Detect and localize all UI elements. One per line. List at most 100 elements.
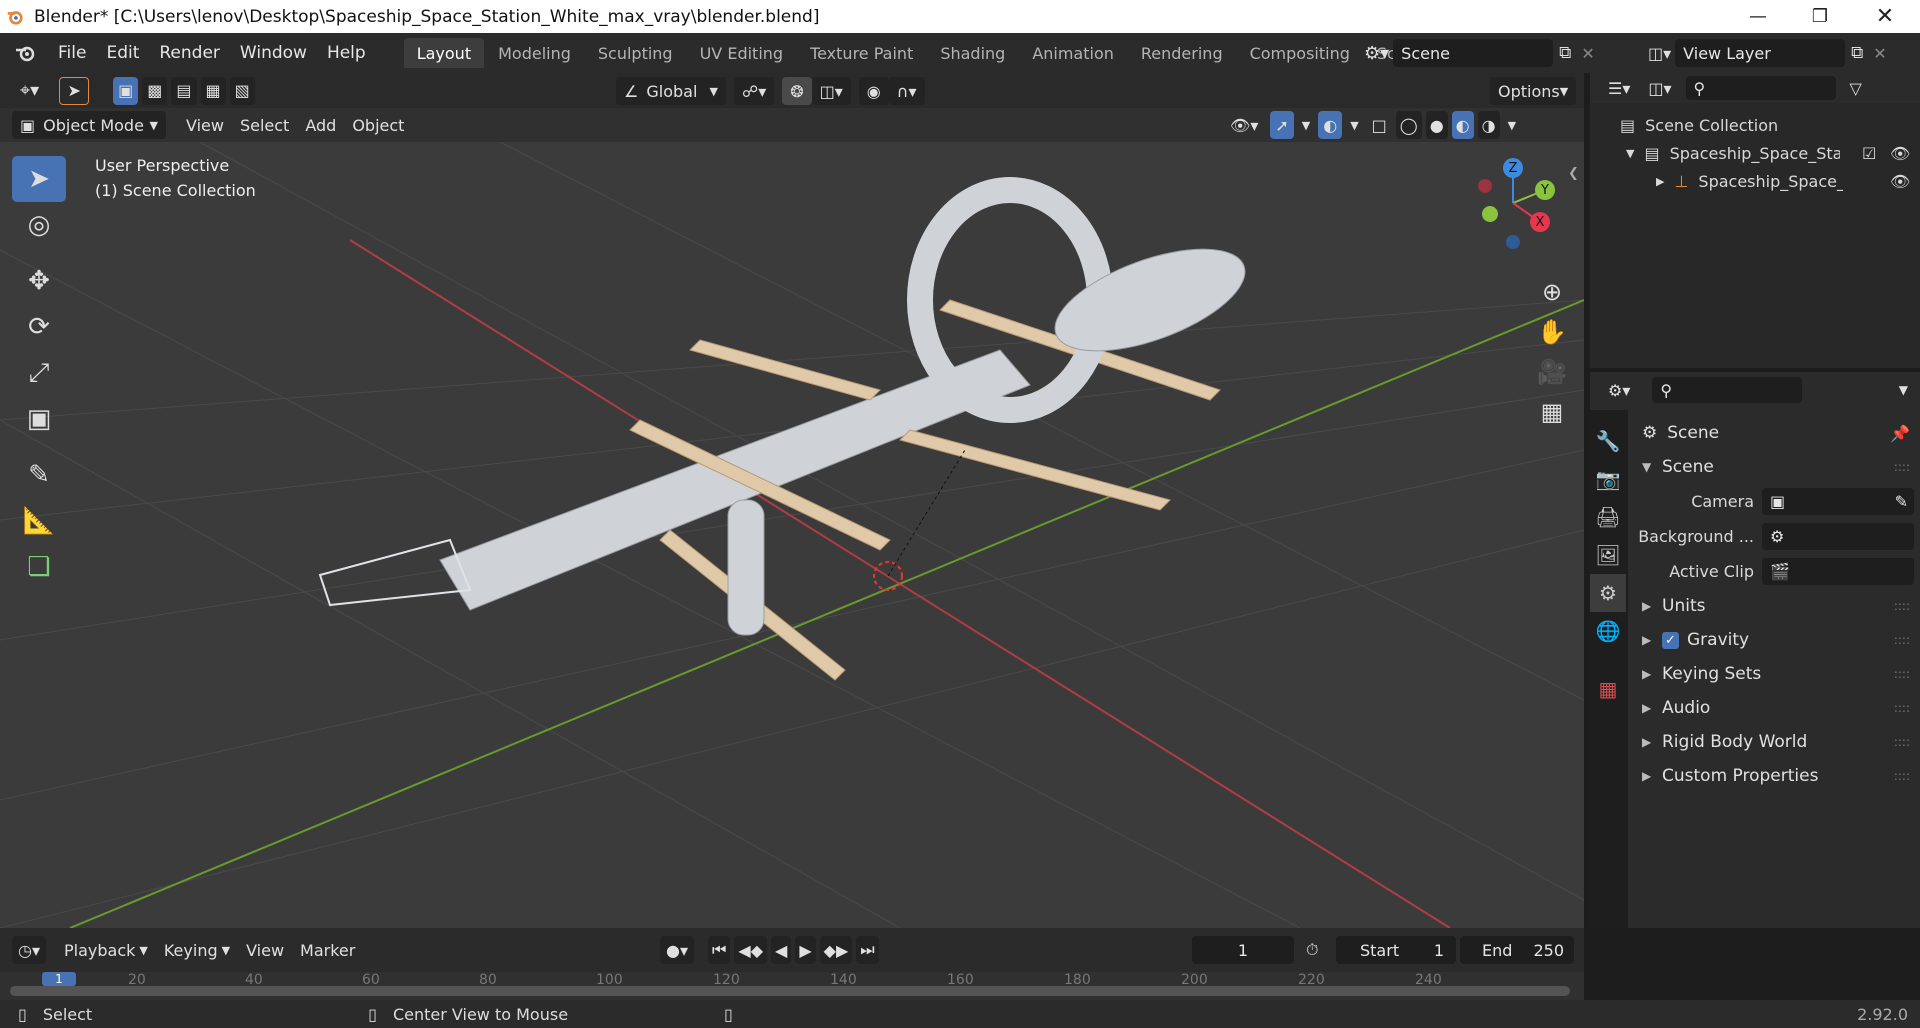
z-axis-icon[interactable]: Z [1503, 158, 1523, 178]
render-tab-icon[interactable]: 📷 [1590, 460, 1626, 498]
select-tool-icon[interactable]: ➤ [59, 76, 90, 105]
eye-icon[interactable]: 👁 [1890, 172, 1910, 191]
eye-icon[interactable]: 👁 [1890, 144, 1910, 163]
wireframe-shading-icon[interactable]: ◯ [1395, 111, 1422, 139]
panel-rigid-body-world[interactable]: ▶ Rigid Body World :::: [1634, 725, 1916, 759]
new-view-layer-icon[interactable]: ⧉ [1845, 39, 1869, 67]
solid-shading-icon[interactable]: ● [1425, 111, 1448, 139]
tab-rendering[interactable]: Rendering [1128, 38, 1236, 68]
panel-units[interactable]: ▶ Units :::: [1634, 589, 1916, 623]
transform-tool-icon[interactable]: ▣ [12, 396, 66, 442]
select-subtract-icon[interactable]: ▤ [171, 76, 197, 105]
world-tab-icon[interactable]: 🌐 [1590, 612, 1626, 650]
measure-tool-icon[interactable]: 📐 [12, 498, 66, 544]
outliner-search-input[interactable]: ⚲ [1685, 76, 1836, 100]
menu-marker[interactable]: Marker [292, 936, 363, 964]
active-clip-field[interactable]: 🎬 [1762, 558, 1914, 585]
perspective-grid-icon[interactable]: ▦ [1532, 392, 1572, 432]
tab-sculpting[interactable]: Sculpting [585, 38, 686, 68]
xray-icon[interactable]: □ [1367, 111, 1392, 139]
prev-keyframe-icon[interactable]: ◀◆ [734, 936, 768, 964]
mode-dropdown[interactable]: ▣ Object Mode ▼ [12, 111, 166, 139]
outliner-row-collection[interactable]: ▼ ▤ Spaceship_Space_Station ☑ 👁 [1590, 139, 1920, 167]
scene-field[interactable]: Scene [1393, 39, 1554, 67]
next-keyframe-icon[interactable]: ◆▶ [819, 936, 853, 964]
menu-render[interactable]: Render [149, 33, 230, 73]
tab-animation[interactable]: Animation [1019, 38, 1127, 68]
menu-object[interactable]: Object [344, 111, 412, 139]
restore-button[interactable]: ❐ [1792, 0, 1848, 33]
drag-grip-icon[interactable]: :::: [1894, 735, 1910, 749]
drag-grip-icon[interactable]: :::: [1894, 460, 1910, 474]
transform-orientation-dropdown[interactable]: ∠ Global ▼ [616, 77, 726, 105]
gravity-checkbox[interactable]: ✓ [1662, 631, 1679, 649]
x-axis-icon[interactable]: X [1530, 212, 1550, 232]
material-shading-icon[interactable]: ◐ [1451, 111, 1474, 139]
panel-audio[interactable]: ▶ Audio :::: [1634, 691, 1916, 725]
3d-viewport[interactable]: User Perspective (1) Scene Collection Z … [0, 142, 1584, 928]
panel-gravity[interactable]: ▶ ✓ Gravity :::: [1634, 623, 1916, 657]
timeline-ruler[interactable]: 1 20 40 60 80 100 120 140 160 180 200 22… [0, 972, 1584, 1000]
scale-tool-icon[interactable]: ⤢ [12, 350, 66, 396]
tab-shading[interactable]: Shading [927, 38, 1018, 68]
timeline-scrollbar[interactable] [10, 986, 1570, 996]
proportional-edit-icon[interactable]: ◉ [858, 77, 889, 105]
texture-tab-icon[interactable]: ▦ [1590, 670, 1626, 708]
pivot-point-icon[interactable]: ☍▾ [734, 77, 775, 105]
menu-view[interactable]: View [178, 111, 232, 139]
menu-add[interactable]: Add [297, 111, 344, 139]
drag-grip-icon[interactable]: :::: [1894, 667, 1910, 681]
chevron-down-icon[interactable]: ▼ [1346, 111, 1362, 139]
current-frame-field[interactable]: 1 [1192, 936, 1294, 964]
pan-hand-icon[interactable]: ✋ [1532, 312, 1572, 352]
move-tool-icon[interactable]: ✥ [12, 258, 66, 304]
snap-icon[interactable]: ❂ [782, 77, 812, 105]
remove-view-layer-icon[interactable]: ✕ [1869, 39, 1890, 67]
scene-tab-icon[interactable]: ⚙ [1590, 574, 1626, 612]
select-new-icon[interactable]: ▣ [113, 76, 139, 105]
menu-select[interactable]: Select [232, 111, 297, 139]
output-tab-icon[interactable]: 🖨 [1590, 498, 1626, 536]
tab-modeling[interactable]: Modeling [485, 38, 584, 68]
end-frame-field[interactable]: End 250 [1460, 936, 1574, 964]
options-dropdown[interactable]: Options ▼ [1490, 77, 1576, 105]
new-scene-icon[interactable]: ⧉ [1553, 39, 1577, 67]
editor-type-icon[interactable]: ⌖▾ [12, 77, 47, 105]
panel-custom-properties[interactable]: ▶ Custom Properties :::: [1634, 759, 1916, 793]
menu-window[interactable]: Window [230, 33, 317, 73]
gizmo-icon[interactable]: ➚ [1270, 111, 1294, 139]
play-icon[interactable]: ▶ [795, 936, 816, 964]
display-mode-icon[interactable]: ◫▾ [1644, 74, 1675, 102]
cursor-tool-icon[interactable]: ◎ [12, 202, 66, 248]
tab-texture-paint[interactable]: Texture Paint [797, 38, 926, 68]
select-invert-icon[interactable]: ▦ [200, 76, 226, 105]
chevron-down-icon[interactable]: ▼ [1891, 376, 1916, 404]
view-layer-field[interactable]: View Layer [1675, 39, 1846, 67]
sidebar-toggle-icon[interactable]: ❮ [1568, 166, 1579, 181]
menu-file[interactable]: File [48, 33, 96, 73]
panel-scene-header[interactable]: ▼ Scene :::: [1634, 450, 1916, 484]
select-extend-icon[interactable]: ▩ [142, 76, 168, 105]
camera-view-icon[interactable]: 🎥 [1532, 352, 1572, 392]
properties-search-input[interactable]: ⚲ [1652, 377, 1803, 403]
chevron-down-icon[interactable]: ▼ [1298, 111, 1314, 139]
snap-target-icon[interactable]: ◫▾ [811, 77, 851, 105]
drag-grip-icon[interactable]: :::: [1894, 701, 1910, 715]
view-layer-icon[interactable]: ◫▾ [1644, 39, 1675, 67]
jump-end-icon[interactable]: ⏭ [856, 936, 879, 964]
eyedropper-icon[interactable]: ✎ [1895, 492, 1908, 511]
timeline-type-icon[interactable]: ◷▾ [12, 936, 46, 964]
drag-grip-icon[interactable]: :::: [1894, 633, 1910, 647]
blender-menu-icon[interactable] [0, 33, 48, 73]
minimize-button[interactable]: — [1730, 0, 1786, 33]
menu-keying[interactable]: Keying ▼ [156, 936, 238, 964]
visibility-icon[interactable]: 👁▾ [1222, 111, 1266, 139]
view-layer-tab-icon[interactable]: 🖼 [1590, 536, 1626, 574]
navigation-gizmo[interactable]: Z Y X [1460, 158, 1570, 268]
panel-keying-sets[interactable]: ▶ Keying Sets :::: [1634, 657, 1916, 691]
rendered-shading-icon[interactable]: ◑ [1477, 111, 1500, 139]
stopwatch-icon[interactable]: ⏱ [1302, 936, 1322, 964]
jump-start-icon[interactable]: ⏮ [708, 936, 731, 964]
chevron-down-icon[interactable]: ▼ [1504, 111, 1520, 139]
record-icon[interactable]: ●▾ [660, 936, 694, 964]
